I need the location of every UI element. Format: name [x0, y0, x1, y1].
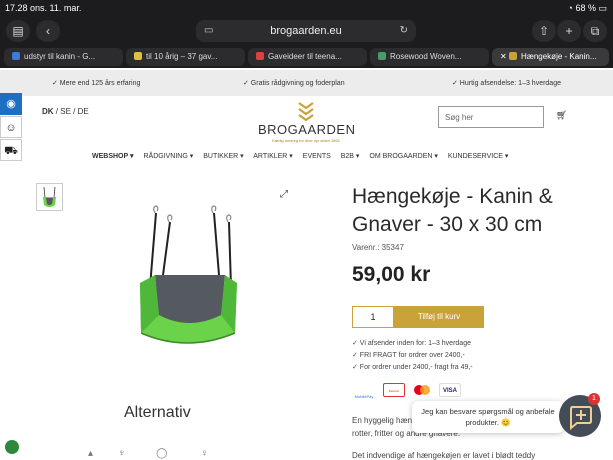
- chat-bubble[interactable]: Jeg kan besvare spørgsmål og anbefale pr…: [412, 401, 564, 433]
- truck-icon[interactable]: ⛟: [0, 139, 22, 161]
- lang-dk[interactable]: DK: [42, 107, 54, 116]
- usp-item: ✓ Mere end 125 års erfaring: [52, 80, 141, 87]
- lang-se[interactable]: SE: [60, 107, 71, 116]
- shipping-usp: ✓ For ordrer under 2400,- fragt fra 49,-: [352, 364, 473, 371]
- product-thumbnail[interactable]: [36, 183, 63, 211]
- tab-2[interactable]: til 10 årig – 37 gav...: [126, 48, 245, 66]
- shipping-usp: ✓ Vi afsender inden for: 1–3 hverdage: [352, 340, 471, 347]
- ios-status-bar: 17.28 ons. 11. mar. ◔ 68 % ▭: [0, 0, 613, 16]
- nav-webshop[interactable]: WEBSHOP ▾: [92, 153, 134, 160]
- chat-badge: 1: [588, 393, 600, 405]
- expand-icon[interactable]: ⤢: [280, 189, 288, 200]
- mobilepay-icon: MobilePay: [352, 381, 376, 403]
- nav-om-brogaarden[interactable]: OM BROGAARDEN ▾: [369, 153, 437, 160]
- tabs-icon[interactable]: ⧉: [583, 20, 607, 42]
- tab-favicon-icon: [256, 52, 264, 60]
- product-price: 59,00 kr: [352, 263, 431, 286]
- new-tab-icon[interactable]: +: [557, 20, 581, 42]
- thumbnail-image: [43, 186, 56, 207]
- logo-text[interactable]: BROGAARDEN: [258, 122, 355, 137]
- date-text: ons. 11. mar.: [30, 3, 82, 13]
- shipping-usp: ✓ FRI FRAGT for ordrer over 2400,-: [352, 352, 465, 359]
- tab-3[interactable]: Gaveideer til teena...: [248, 48, 367, 66]
- main-nav: WEBSHOP ▾ RÅDGIVNING ▾ BUTIKKER ▾ ARTIKL…: [92, 152, 516, 160]
- product-description: Det indvendige af hængekøjen er lavet i …: [352, 451, 536, 460]
- accessibility-eye-icon[interactable]: ◉: [0, 93, 22, 115]
- tab-overview-icon[interactable]: ▭: [204, 20, 213, 42]
- tab-close-icon[interactable]: ✕: [500, 52, 509, 61]
- nav-kundeservice[interactable]: KUNDESERVICE ▾: [448, 153, 509, 160]
- nav-b2b[interactable]: B2B ▾: [341, 153, 360, 160]
- lang-separator: /: [55, 107, 59, 116]
- nav-raadgivning[interactable]: RÅDGIVNING ▾: [143, 153, 193, 160]
- logo-tagline: Kærlig omsorg for dine dyr siden 1892: [272, 138, 340, 143]
- nav-events[interactable]: EVENTS: [303, 153, 331, 160]
- battery-text: 68 %: [575, 3, 596, 13]
- sidebar-icon[interactable]: ▤: [6, 20, 30, 42]
- usp-item: ✓ Gratis rådgivning og foderplan: [243, 80, 345, 87]
- nav-label: WEBSHOP ▾: [92, 153, 134, 160]
- tab-bar: udstyr til kanin - G... til 10 årig – 37…: [0, 46, 613, 68]
- tab-label: Gaveideer til teena...: [268, 52, 342, 61]
- product-image[interactable]: [135, 203, 245, 363]
- dankort-icon: Dankort: [383, 383, 405, 397]
- tab-5-active[interactable]: ✕ Hængekøje - Kanin...: [492, 48, 609, 66]
- tab-label: til 10 årig – 37 gav...: [146, 52, 218, 61]
- language-switcher: DK / SE / DE: [42, 107, 89, 116]
- smiley-icon[interactable]: ☺: [0, 116, 22, 138]
- quantity-input[interactable]: 1: [352, 306, 394, 328]
- address-bar[interactable]: ▭ brogaarden.eu ↻: [196, 20, 416, 42]
- usp-bar: ✓ Mere end 125 års erfaring ✓ Gratis råd…: [0, 70, 613, 96]
- time-text: 17.28: [5, 3, 28, 13]
- logo-chevron-icon[interactable]: [296, 101, 316, 121]
- back-icon[interactable]: ‹: [36, 20, 60, 42]
- add-to-cart-button[interactable]: Tilføj til kurv: [394, 306, 484, 328]
- cart-icon[interactable]: 🛒︎: [556, 110, 567, 121]
- status-time: 17.28 ons. 11. mar.: [5, 3, 81, 13]
- tab-1[interactable]: udstyr til kanin - G...: [4, 48, 123, 66]
- lang-de[interactable]: DE: [78, 107, 89, 116]
- tab-label: udstyr til kanin - G...: [24, 52, 96, 61]
- mastercard-icon: [411, 383, 433, 397]
- browser-toolbar: ▤ ‹ ▭ brogaarden.eu ↻ ⇧ + ⧉: [0, 16, 613, 46]
- status-right: ◔ 68 % ▭: [567, 3, 607, 13]
- payment-label: MobilePay: [354, 394, 374, 399]
- share-icon[interactable]: ⇧: [532, 20, 556, 42]
- lang-separator: /: [73, 107, 76, 116]
- payment-label: Dankort: [388, 389, 400, 393]
- alternatives-heading: Alternativ: [124, 404, 191, 421]
- product-sku: Varenr.: 35347: [352, 243, 404, 252]
- cookie-settings-icon[interactable]: [5, 440, 19, 454]
- mastercard-logo: [414, 385, 430, 395]
- nav-artikler[interactable]: ARTIKLER ▾: [253, 153, 293, 160]
- reload-icon[interactable]: ↻: [400, 20, 408, 42]
- tab-label: Rosewood Woven...: [390, 52, 462, 61]
- usp-item: ✓ Hurtig afsendelse: 1–3 hverdage: [452, 80, 561, 87]
- tab-favicon-icon: [508, 52, 517, 60]
- tab-favicon-icon: [134, 52, 142, 60]
- search-input[interactable]: Søg her: [438, 106, 544, 128]
- tab-favicon-icon: [378, 52, 386, 60]
- tab-4[interactable]: Rosewood Woven...: [370, 48, 489, 66]
- tab-favicon-icon: [12, 52, 20, 60]
- visa-icon: VISA: [439, 383, 461, 397]
- product-title: Hængekøje - Kanin & Gnaver - 30 x 30 cm: [352, 185, 553, 236]
- address-text: brogaarden.eu: [270, 25, 342, 37]
- nav-butikker[interactable]: BUTIKKER ▾: [203, 153, 243, 160]
- alternatives-preview[interactable]: ▴ ♆ ◯ ♀: [88, 448, 208, 459]
- tab-label: Hængekøje - Kanin...: [520, 52, 597, 61]
